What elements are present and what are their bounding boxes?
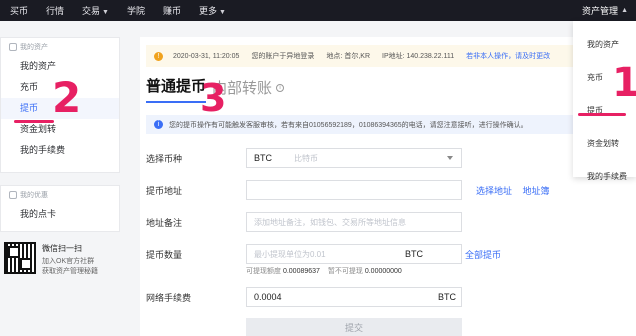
alert-change-password-link[interactable]: 若非本人操作，请及时更改 <box>466 51 550 61</box>
nav-more-label: 更多 <box>199 6 218 16</box>
submit-button[interactable]: 提交 <box>246 318 462 336</box>
sidebar-header-label: 我的优惠 <box>20 192 48 199</box>
nav-market[interactable]: 行情 <box>46 4 64 17</box>
annotation-underline-2 <box>14 120 54 123</box>
nav-buy-coin[interactable]: 买币 <box>10 4 28 17</box>
address-label: 提币地址 <box>146 186 183 196</box>
remark-input[interactable]: 添加地址备注，如钱包、交易所等地址信息 <box>246 212 462 232</box>
alert-time: 2020-03-31, 11:20:05 <box>173 52 240 60</box>
nav-trade-label: 交易 <box>82 6 101 16</box>
annotation-step-2: 2 <box>52 73 82 122</box>
coin-select[interactable]: BTC 比特币 <box>246 148 462 168</box>
address-links: 选择地址 地址簿 <box>476 184 558 197</box>
alert-location: 地点: 首尔,KR <box>326 53 370 60</box>
fee-unit: BTC <box>438 292 456 302</box>
chevron-down-icon: ▼ <box>219 9 226 16</box>
wechat-qr-code <box>4 242 36 274</box>
qr-line1: 加入OK官方社群 <box>42 258 95 265</box>
gift-icon <box>9 191 17 199</box>
login-alert-bar: ! 2020-03-31, 11:20:05 您的账户于异地登录 地点: 首尔,… <box>146 45 626 67</box>
qr-caption: 微信扫一扫 加入OK官方社群 获取资产管理秘籍 <box>42 243 122 277</box>
sidebar-item-point-card[interactable]: 我的点卡 <box>1 204 119 225</box>
fee-input[interactable]: 0.0004 BTC <box>246 287 462 307</box>
frozen-label: 暂不可提现 <box>327 268 363 275</box>
withdraw-all-link[interactable]: 全部提币 <box>465 248 501 261</box>
coin-label: 选择币种 <box>146 154 183 164</box>
wallet-icon <box>9 43 17 51</box>
sidebar-benefits-header: 我的优惠 <box>1 186 119 204</box>
fee-label: 网络手续费 <box>146 293 192 303</box>
dropdown-item-my-fees[interactable]: 我的手续费 <box>573 162 636 191</box>
top-navbar: 买币 行情 交易 ▼ 学院 赚币 更多 ▼ 资产管理 ▲ <box>0 0 636 21</box>
qr-line2: 获取资产管理秘籍 <box>42 268 98 275</box>
avail-label: 可提现额度 <box>246 268 281 275</box>
sidebar-benefits: 我的优惠 我的点卡 <box>0 185 120 232</box>
chevron-down-icon: ▼ <box>102 9 109 16</box>
remark-label: 地址备注 <box>146 218 183 228</box>
sidebar-item-my-fees[interactable]: 我的手续费 <box>1 140 119 161</box>
annotation-underline-1 <box>578 113 626 116</box>
select-address-link[interactable]: 选择地址 <box>476 186 512 196</box>
alert-ip: IP地址: 140.238.22.111 <box>382 53 455 60</box>
sidebar-assets-header: 我的资产 <box>1 38 119 56</box>
dropdown-item-transfer[interactable]: 资金划转 <box>573 129 636 158</box>
sidebar-header-label: 我的资产 <box>20 44 48 51</box>
chevron-down-icon <box>447 156 453 160</box>
alert-message: 您的账户于异地登录 <box>251 53 315 60</box>
fee-value: 0.0004 <box>254 292 282 302</box>
nav-earn[interactable]: 赚币 <box>163 4 181 17</box>
coin-subname: 比特币 <box>294 153 318 163</box>
chevron-up-icon: ▲ <box>621 7 628 14</box>
frozen-value: 0.00000000 <box>364 268 402 275</box>
dropdown-item-my-assets[interactable]: 我的资产 <box>573 30 636 59</box>
avail-value: 0.00089637 <box>282 268 320 275</box>
available-balance: 可提现额度 0.00089637 暂不可提现 0.00000000 <box>246 266 408 276</box>
address-input[interactable] <box>246 180 462 200</box>
qr-title: 微信扫一扫 <box>42 244 82 253</box>
amount-label: 提币数量 <box>146 250 183 260</box>
asset-management-menu[interactable]: 资产管理 ▲ <box>582 0 628 21</box>
nav-more[interactable]: 更多 ▼ <box>199 4 226 17</box>
coin-value: BTC <box>254 153 272 163</box>
remark-placeholder: 添加地址备注，如钱包、交易所等地址信息 <box>254 217 406 227</box>
asset-management-label: 资产管理 <box>582 6 619 16</box>
warning-icon: ! <box>154 51 163 61</box>
amount-unit: BTC <box>405 249 423 259</box>
info-icon: i <box>154 120 163 129</box>
annotation-step-3: 3 <box>200 76 227 120</box>
nav-academy[interactable]: 学院 <box>127 4 145 17</box>
nav-trade[interactable]: 交易 ▼ <box>82 4 109 17</box>
annotation-step-1: 1 <box>612 60 636 106</box>
review-notice-text: 您的提币操作有可能触发客服审核，若有来自01056592189，01086394… <box>169 121 528 129</box>
amount-input[interactable]: 最小提现单位为0.01 BTC 全部提币 <box>246 244 501 264</box>
address-book-link[interactable]: 地址簿 <box>523 186 550 196</box>
info-icon: i <box>276 83 285 92</box>
amount-placeholder: 最小提现单位为0.01 <box>254 249 326 259</box>
tab-normal-withdraw[interactable]: 普通提币 <box>146 75 207 103</box>
